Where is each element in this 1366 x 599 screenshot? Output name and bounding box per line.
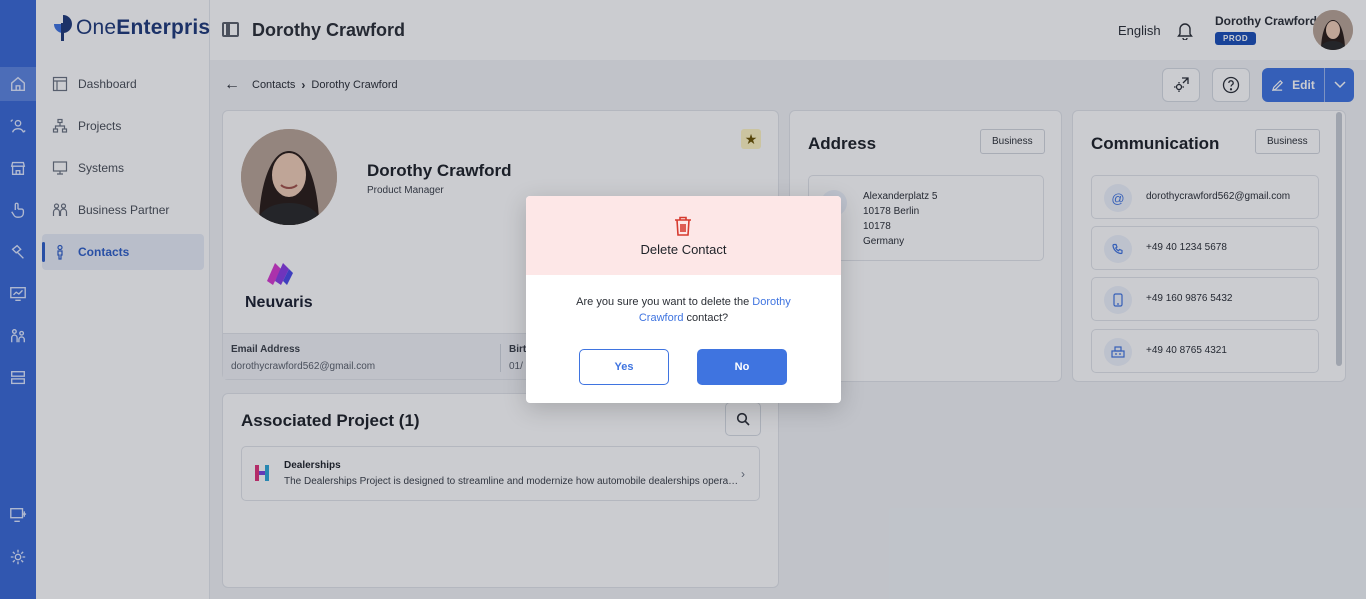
cancel-no-button[interactable]: No [697, 349, 787, 385]
trash-icon [673, 215, 693, 237]
dialog-header: Delete Contact [526, 196, 841, 275]
delete-contact-dialog: Delete Contact Are you sure you want to … [526, 196, 841, 403]
dialog-message: Are you sure you want to delete the Doro… [576, 296, 791, 324]
dialog-title: Delete Contact [640, 242, 727, 257]
confirm-yes-button[interactable]: Yes [579, 349, 669, 385]
